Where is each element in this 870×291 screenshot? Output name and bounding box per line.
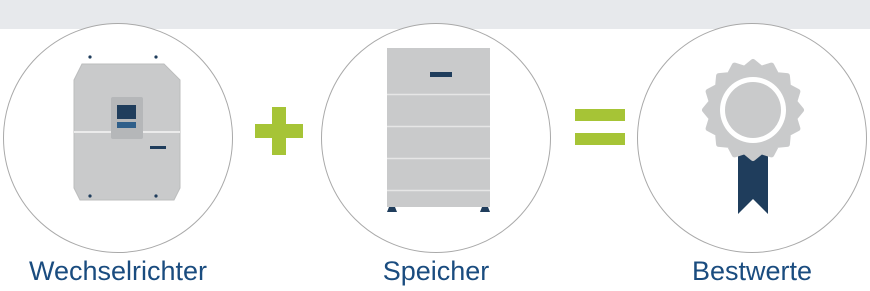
plus-icon (255, 107, 303, 155)
battery-storage-icon (387, 48, 490, 212)
inverter-circle (3, 23, 233, 253)
equals-icon (575, 109, 625, 145)
result-label: Bestwerte (691, 256, 813, 286)
award-circle (637, 23, 867, 253)
storage-circle (321, 23, 551, 253)
product-equation-banner: Wechselrichter Speicher Bestwerte (0, 0, 870, 291)
storage-label: Speicher (382, 256, 490, 286)
inverter-icon (73, 55, 181, 201)
award-ribbon-icon (702, 59, 804, 214)
inverter-label: Wechselrichter (28, 256, 208, 286)
